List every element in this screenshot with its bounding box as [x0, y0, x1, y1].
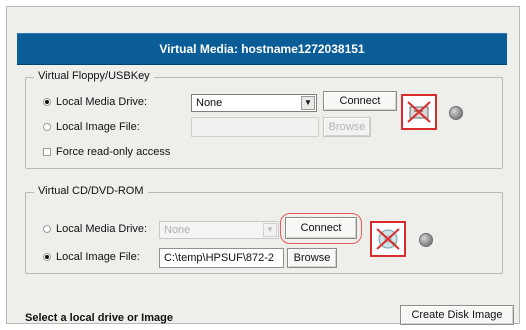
stage: Virtual Media: hostname1272038151 Virtua… [0, 0, 526, 330]
floppy-readonly-label: Force read-only access [56, 146, 171, 158]
cdrom-image-path-field[interactable]: C:\temp\HPSUF\872-2 [159, 248, 284, 268]
floppy-local-media-select[interactable]: None ▼ [191, 94, 317, 112]
cdrom-local-media-row: Local Media Drive: [43, 223, 147, 235]
cdrom-local-media-select[interactable]: None ▼ [159, 221, 279, 239]
floppy-local-media-label: Local Media Drive: [56, 96, 148, 108]
floppy-local-media-radio[interactable] [43, 98, 51, 106]
crossed-disk-drive-icon [407, 101, 431, 123]
floppy-readonly-checkbox[interactable] [43, 148, 51, 156]
floppy-image-path-field[interactable] [191, 117, 319, 137]
floppy-readonly-row: Force read-only access [43, 146, 170, 158]
cdrom-status-box [370, 221, 406, 257]
cdrom-group-title: Virtual CD/DVD-ROM [34, 185, 148, 197]
floppy-browse-label: Browse [328, 121, 366, 133]
floppy-status-box [401, 94, 437, 130]
floppy-local-media-value: None [196, 97, 223, 109]
create-disk-image-label: Create Disk Image [411, 309, 503, 321]
floppy-image-label: Local Image File: [56, 121, 140, 133]
cdrom-group: Virtual CD/DVD-ROM Local Media Drive: No… [25, 185, 503, 274]
floppy-group-title: Virtual Floppy/USBKey [34, 70, 154, 82]
floppy-image-row: Local Image File: [43, 121, 140, 133]
cdrom-connect-label: Connect [300, 222, 342, 234]
floppy-local-media-row: Local Media Drive: [43, 96, 147, 108]
cdrom-local-media-radio[interactable] [43, 225, 51, 233]
floppy-browse-button[interactable]: Browse [323, 117, 371, 137]
create-disk-image-button[interactable]: Create Disk Image [400, 305, 514, 325]
dialog-title-bar: Virtual Media: hostname1272038151 [17, 33, 507, 65]
status-message: Select a local drive or Image [25, 312, 173, 324]
chevron-down-icon[interactable]: ▼ [301, 96, 315, 110]
virtual-media-dialog: Virtual Media: hostname1272038151 Virtua… [6, 6, 520, 325]
chevron-down-icon[interactable]: ▼ [263, 223, 277, 237]
cdrom-browse-label: Browse [293, 252, 331, 264]
cdrom-connect-button[interactable]: Connect [285, 217, 357, 239]
cdrom-local-media-value: None [164, 224, 191, 236]
cdrom-image-label: Local Image File: [56, 251, 140, 263]
floppy-status-led-icon [449, 106, 463, 120]
floppy-group: Virtual Floppy/USBKey Local Media Drive:… [25, 70, 503, 169]
floppy-image-radio[interactable] [43, 123, 51, 131]
cdrom-status-led-icon [419, 233, 433, 247]
cdrom-image-path-value: C:\temp\HPSUF\872-2 [164, 252, 275, 264]
floppy-connect-label: Connect [339, 95, 381, 107]
floppy-connect-button[interactable]: Connect [323, 91, 397, 111]
crossed-optical-drive-icon [376, 228, 400, 250]
dialog-title: Virtual Media: hostname1272038151 [159, 42, 365, 56]
cdrom-local-media-label: Local Media Drive: [56, 223, 148, 235]
cdrom-image-radio[interactable] [43, 253, 51, 261]
cdrom-browse-button[interactable]: Browse [287, 248, 337, 268]
cdrom-image-row: Local Image File: [43, 251, 140, 263]
